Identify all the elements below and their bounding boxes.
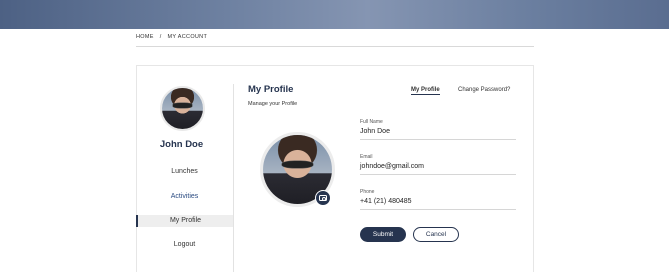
camera-icon bbox=[319, 195, 327, 201]
breadcrumb-home[interactable]: HOME bbox=[136, 34, 154, 40]
cancel-button[interactable]: Cancel bbox=[413, 227, 459, 242]
page-subtitle: Manage your Profile bbox=[248, 101, 298, 107]
phone-field[interactable]: +41 (21) 480485 bbox=[360, 198, 516, 210]
email-group: Email johndoe@gmail.com bbox=[360, 154, 516, 175]
profile-photo bbox=[162, 88, 203, 129]
full-name-field[interactable]: John Doe bbox=[360, 128, 516, 140]
full-name-label: Full Name bbox=[360, 119, 383, 125]
breadcrumb-separator: / bbox=[159, 34, 162, 40]
breadcrumb-current: MY ACCOUNT bbox=[167, 34, 208, 40]
sidebar-item-lunches[interactable]: Lunches bbox=[136, 168, 233, 175]
phone-label: Phone bbox=[360, 189, 375, 195]
email-label: Email bbox=[360, 154, 373, 160]
sidebar-item-my-profile[interactable]: My Profile bbox=[136, 215, 233, 227]
submit-button[interactable]: Submit bbox=[360, 227, 406, 242]
sidebar-item-activities[interactable]: Activities bbox=[136, 193, 233, 200]
phone-group: Phone +41 (21) 480485 bbox=[360, 189, 516, 210]
sidebar-divider bbox=[233, 84, 234, 272]
tab-my-profile[interactable]: My Profile bbox=[411, 87, 440, 95]
sidebar-user-name: John Doe bbox=[159, 139, 204, 150]
sidebar-avatar bbox=[160, 86, 205, 131]
header-banner bbox=[0, 0, 669, 29]
breadcrumb-divider bbox=[136, 46, 534, 47]
sidebar-item-logout[interactable]: Logout bbox=[136, 241, 233, 248]
email-field[interactable]: johndoe@gmail.com bbox=[360, 163, 516, 175]
change-photo-button[interactable] bbox=[315, 190, 331, 206]
page-title: My Profile bbox=[248, 84, 294, 95]
tab-change-password[interactable]: Change Password? bbox=[458, 87, 510, 93]
full-name-group: Full Name John Doe bbox=[360, 119, 516, 140]
breadcrumb: HOME / MY ACCOUNT bbox=[136, 34, 207, 40]
